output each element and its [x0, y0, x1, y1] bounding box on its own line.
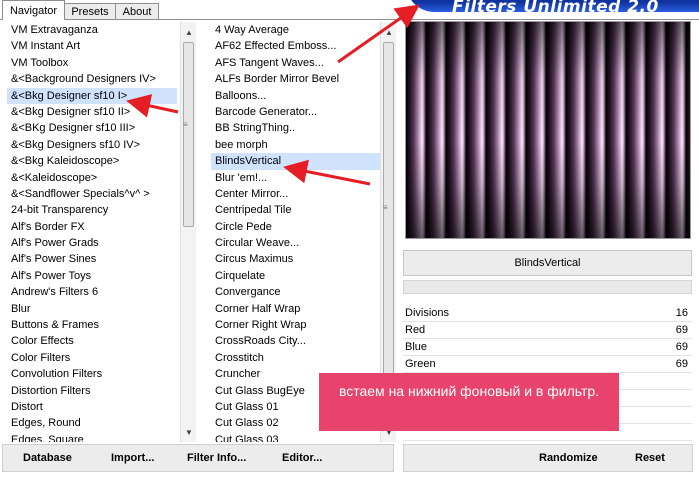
tab-navigator[interactable]: Navigator	[2, 0, 65, 20]
arrow-to-logo	[337, 4, 420, 64]
arrow-to-filter	[283, 159, 371, 186]
annotation-arrows	[126, 4, 420, 186]
arrow-to-category	[126, 94, 179, 118]
